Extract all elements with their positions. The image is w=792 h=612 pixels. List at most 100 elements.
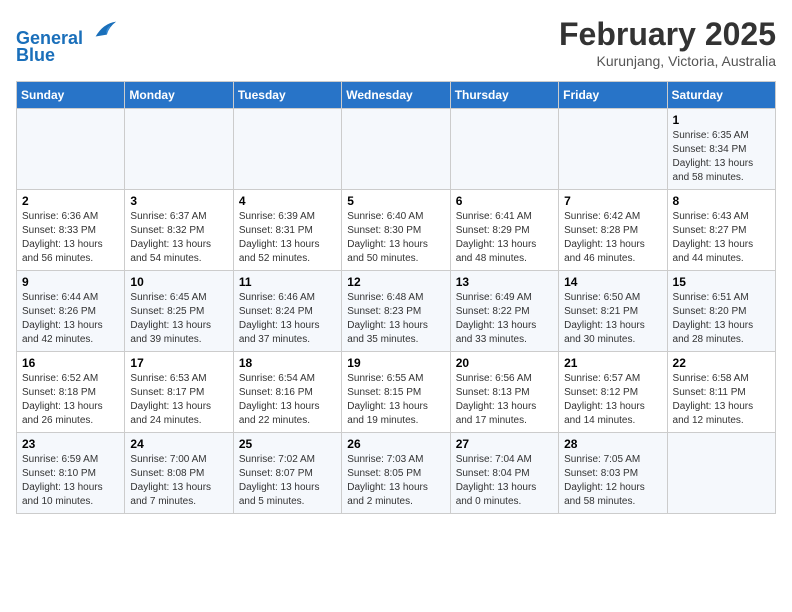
calendar-cell: 12Sunrise: 6:48 AM Sunset: 8:23 PM Dayli… (342, 271, 450, 352)
day-number: 12 (347, 275, 444, 289)
weekday-header-friday: Friday (559, 82, 667, 109)
day-number: 10 (130, 275, 227, 289)
weekday-header-monday: Monday (125, 82, 233, 109)
day-number: 8 (673, 194, 770, 208)
calendar-cell: 6 Sunrise: 6:41 AM Sunset: 8:29 PM Daylig… (450, 190, 558, 271)
day-info: Sunrise: 6:59 AM Sunset: 8:10 PM Dayligh… (22, 453, 119, 509)
day-info: Sunrise: 6:54 AM Sunset: 8:16 PM Dayligh… (239, 372, 336, 428)
day-info: Sunrise: 6:56 AM Sunset: 8:13 PM Dayligh… (456, 372, 553, 428)
day-number: 15 (673, 275, 770, 289)
title-block: February 2025 Kurunjang, Victoria, Austr… (559, 16, 776, 69)
day-info: Sunrise: 6:43 AM Sunset: 8:27 PM Dayligh… (673, 210, 770, 266)
calendar-cell: 23 Sunrise: 6:59 AM Sunset: 8:10 PM Dayli… (17, 433, 125, 514)
calendar-cell: 1 Sunrise: 6:35 AM Sunset: 8:34 PM Daylig… (667, 109, 775, 190)
day-info: Sunrise: 7:03 AM Sunset: 8:05 PM Dayligh… (347, 453, 444, 509)
calendar-week-5: 23 Sunrise: 6:59 AM Sunset: 8:10 PM Dayli… (17, 433, 776, 514)
day-info: Sunrise: 6:57 AM Sunset: 8:12 PM Dayligh… (564, 372, 661, 428)
day-number: 28 (564, 437, 661, 451)
calendar-cell (667, 433, 775, 514)
day-info: Sunrise: 6:36 AM Sunset: 8:33 PM Dayligh… (22, 210, 119, 266)
day-number: 3 (130, 194, 227, 208)
calendar-cell (17, 109, 125, 190)
weekday-header-tuesday: Tuesday (233, 82, 341, 109)
day-info: Sunrise: 6:52 AM Sunset: 8:18 PM Dayligh… (22, 372, 119, 428)
day-number: 22 (673, 356, 770, 370)
day-info: Sunrise: 6:46 AM Sunset: 8:24 PM Dayligh… (239, 291, 336, 347)
day-number: 13 (456, 275, 553, 289)
day-number: 6 (456, 194, 553, 208)
weekday-header-sunday: Sunday (17, 82, 125, 109)
day-number: 9 (22, 275, 119, 289)
day-number: 23 (22, 437, 119, 451)
day-info: Sunrise: 6:50 AM Sunset: 8:21 PM Dayligh… (564, 291, 661, 347)
location: Kurunjang, Victoria, Australia (559, 53, 776, 69)
day-info: Sunrise: 6:55 AM Sunset: 8:15 PM Dayligh… (347, 372, 444, 428)
calendar-cell: 3Sunrise: 6:37 AM Sunset: 8:32 PM Daylig… (125, 190, 233, 271)
day-info: Sunrise: 6:39 AM Sunset: 8:31 PM Dayligh… (239, 210, 336, 266)
day-info: Sunrise: 7:05 AM Sunset: 8:03 PM Dayligh… (564, 453, 661, 509)
day-info: Sunrise: 6:44 AM Sunset: 8:26 PM Dayligh… (22, 291, 119, 347)
calendar-cell: 22 Sunrise: 6:58 AM Sunset: 8:11 PM Dayli… (667, 352, 775, 433)
day-info: Sunrise: 6:35 AM Sunset: 8:34 PM Dayligh… (673, 129, 770, 185)
calendar-cell: 16 Sunrise: 6:52 AM Sunset: 8:18 PM Dayli… (17, 352, 125, 433)
day-info: Sunrise: 6:40 AM Sunset: 8:30 PM Dayligh… (347, 210, 444, 266)
day-number: 25 (239, 437, 336, 451)
calendar-table: SundayMondayTuesdayWednesdayThursdayFrid… (16, 81, 776, 514)
day-number: 21 (564, 356, 661, 370)
calendar-cell: 17 Sunrise: 6:53 AM Sunset: 8:17 PM Dayli… (125, 352, 233, 433)
day-number: 19 (347, 356, 444, 370)
logo-bird-icon (90, 16, 118, 44)
day-number: 11 (239, 275, 336, 289)
day-number: 20 (456, 356, 553, 370)
calendar-cell: 19 Sunrise: 6:55 AM Sunset: 8:15 PM Dayli… (342, 352, 450, 433)
day-info: Sunrise: 6:41 AM Sunset: 8:29 PM Dayligh… (456, 210, 553, 266)
day-info: Sunrise: 6:58 AM Sunset: 8:11 PM Dayligh… (673, 372, 770, 428)
day-number: 27 (456, 437, 553, 451)
day-info: Sunrise: 6:53 AM Sunset: 8:17 PM Dayligh… (130, 372, 227, 428)
day-number: 26 (347, 437, 444, 451)
calendar-cell: 15Sunrise: 6:51 AM Sunset: 8:20 PM Dayli… (667, 271, 775, 352)
page-header: General Blue February 2025 Kurunjang, Vi… (16, 16, 776, 69)
day-info: Sunrise: 7:00 AM Sunset: 8:08 PM Dayligh… (130, 453, 227, 509)
calendar-cell (450, 109, 558, 190)
calendar-cell: 10 Sunrise: 6:45 AM Sunset: 8:25 PM Dayli… (125, 271, 233, 352)
weekday-header-wednesday: Wednesday (342, 82, 450, 109)
calendar-cell: 9 Sunrise: 6:44 AM Sunset: 8:26 PM Daylig… (17, 271, 125, 352)
calendar-cell: 7 Sunrise: 6:42 AM Sunset: 8:28 PM Daylig… (559, 190, 667, 271)
day-number: 14 (564, 275, 661, 289)
calendar-cell: 5Sunrise: 6:40 AM Sunset: 8:30 PM Daylig… (342, 190, 450, 271)
calendar-cell: 18Sunrise: 6:54 AM Sunset: 8:16 PM Dayli… (233, 352, 341, 433)
calendar-cell: 27Sunrise: 7:04 AM Sunset: 8:04 PM Dayli… (450, 433, 558, 514)
weekday-header-row: SundayMondayTuesdayWednesdayThursdayFrid… (17, 82, 776, 109)
day-info: Sunrise: 7:02 AM Sunset: 8:07 PM Dayligh… (239, 453, 336, 509)
calendar-cell: 2 Sunrise: 6:36 AM Sunset: 8:33 PM Daylig… (17, 190, 125, 271)
calendar-week-4: 16 Sunrise: 6:52 AM Sunset: 8:18 PM Dayli… (17, 352, 776, 433)
calendar-week-2: 2 Sunrise: 6:36 AM Sunset: 8:33 PM Daylig… (17, 190, 776, 271)
day-number: 16 (22, 356, 119, 370)
calendar-cell (342, 109, 450, 190)
day-info: Sunrise: 6:45 AM Sunset: 8:25 PM Dayligh… (130, 291, 227, 347)
calendar-cell: 14 Sunrise: 6:50 AM Sunset: 8:21 PM Dayli… (559, 271, 667, 352)
weekday-header-saturday: Saturday (667, 82, 775, 109)
calendar-cell: 28 Sunrise: 7:05 AM Sunset: 8:03 PM Dayli… (559, 433, 667, 514)
day-number: 7 (564, 194, 661, 208)
weekday-header-thursday: Thursday (450, 82, 558, 109)
calendar-cell: 26 Sunrise: 7:03 AM Sunset: 8:05 PM Dayli… (342, 433, 450, 514)
calendar-cell (125, 109, 233, 190)
calendar-cell: 25 Sunrise: 7:02 AM Sunset: 8:07 PM Dayli… (233, 433, 341, 514)
calendar-cell: 24Sunrise: 7:00 AM Sunset: 8:08 PM Dayli… (125, 433, 233, 514)
day-info: Sunrise: 6:49 AM Sunset: 8:22 PM Dayligh… (456, 291, 553, 347)
day-info: Sunrise: 6:42 AM Sunset: 8:28 PM Dayligh… (564, 210, 661, 266)
calendar-week-3: 9 Sunrise: 6:44 AM Sunset: 8:26 PM Daylig… (17, 271, 776, 352)
logo: General Blue (16, 16, 118, 66)
day-number: 4 (239, 194, 336, 208)
calendar-cell (559, 109, 667, 190)
calendar-cell: 21 Sunrise: 6:57 AM Sunset: 8:12 PM Dayli… (559, 352, 667, 433)
calendar-cell: 20 Sunrise: 6:56 AM Sunset: 8:13 PM Dayli… (450, 352, 558, 433)
day-number: 17 (130, 356, 227, 370)
calendar-cell: 11 Sunrise: 6:46 AM Sunset: 8:24 PM Dayli… (233, 271, 341, 352)
calendar-cell: 13 Sunrise: 6:49 AM Sunset: 8:22 PM Dayli… (450, 271, 558, 352)
day-number: 1 (673, 113, 770, 127)
day-number: 2 (22, 194, 119, 208)
month-title: February 2025 (559, 16, 776, 53)
